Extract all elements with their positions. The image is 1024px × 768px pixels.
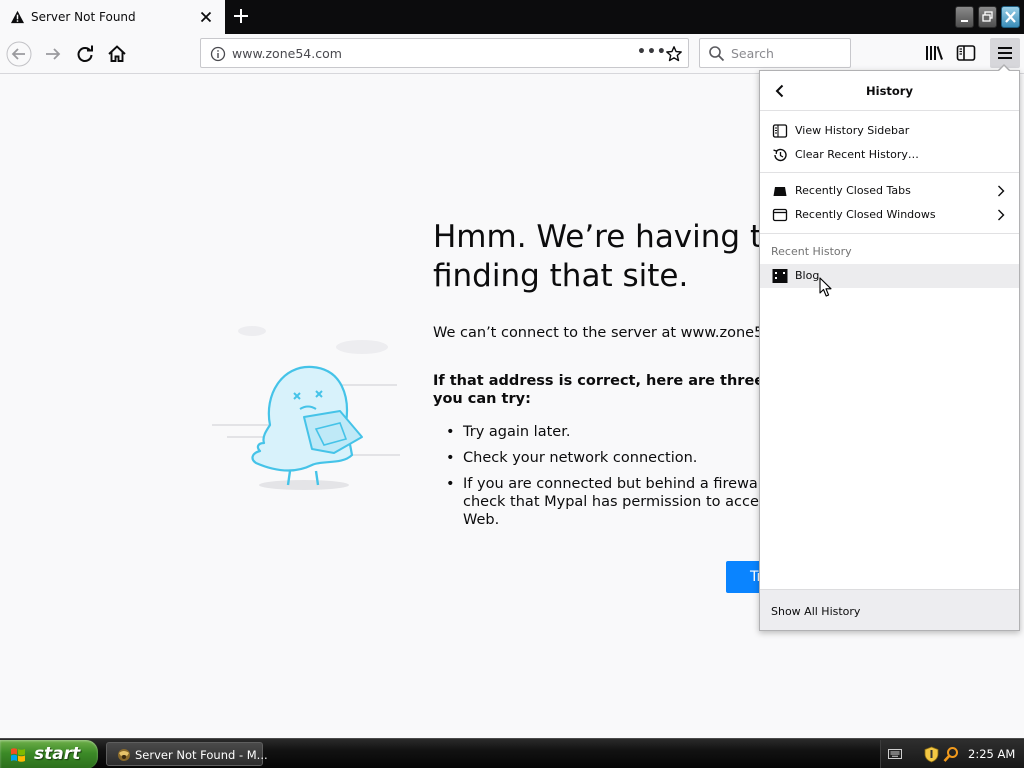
menu-item-label: Recently Closed Windows — [795, 208, 936, 221]
recently-closed-windows-item[interactable]: Recently Closed Windows — [760, 203, 1019, 227]
history-sidebar-icon — [772, 124, 788, 138]
minimize-button[interactable] — [955, 6, 974, 28]
forward-arrow-icon[interactable] — [40, 41, 66, 67]
taskbar-item-label: Server Not Found - M... — [135, 748, 268, 762]
browser-app-icon — [118, 749, 130, 761]
list-item: Try again later. — [433, 423, 813, 441]
footer-label: Show All History — [771, 605, 861, 618]
close-icon — [1005, 11, 1016, 23]
close-window-button[interactable] — [1001, 6, 1020, 28]
recent-history-label: Blog — [795, 269, 820, 282]
history-clock-icon — [773, 148, 787, 162]
recent-history-item[interactable]: Blog — [760, 264, 1019, 288]
site-info-icon[interactable] — [210, 46, 226, 62]
chevron-right-icon — [998, 209, 1005, 221]
sidebar-toggle-icon[interactable] — [954, 41, 978, 65]
url-text[interactable]: www.zone54.com — [232, 46, 342, 61]
windows-flag-icon — [11, 748, 25, 762]
tab-title: Server Not Found — [31, 10, 136, 24]
new-tab-icon[interactable] — [231, 6, 251, 26]
url-bar[interactable]: www.zone54.com ••• — [200, 38, 689, 68]
keyboard-icon[interactable] — [888, 748, 902, 760]
mouse-cursor-icon — [819, 277, 832, 297]
list-item: Check your network connection. — [433, 449, 813, 467]
panel-arrow-inner — [998, 66, 1010, 72]
search-bar[interactable]: Search — [699, 38, 851, 68]
history-panel-header: History — [760, 71, 1019, 111]
library-icon[interactable] — [922, 41, 946, 65]
separator — [760, 172, 1019, 173]
home-icon[interactable] — [104, 41, 130, 67]
security-shield-icon[interactable] — [924, 746, 939, 763]
error-suggestion-list: Try again later. Check your network conn… — [433, 423, 813, 537]
close-tab-icon[interactable] — [197, 8, 215, 26]
closed-windows-icon — [772, 208, 788, 222]
taskbar-item-browser[interactable]: Server Not Found - M... — [106, 742, 268, 766]
reload-icon[interactable] — [72, 41, 98, 67]
recently-closed-tabs-item[interactable]: Recently Closed Tabs — [760, 179, 1019, 203]
minimize-icon — [961, 20, 968, 22]
tab-server-not-found[interactable]: Server Not Found — [0, 0, 225, 34]
menu-item-label: View History Sidebar — [795, 124, 910, 137]
chevron-right-icon — [998, 185, 1005, 197]
search-icon — [709, 46, 725, 62]
restore-button[interactable] — [978, 6, 997, 28]
blog-favicon-icon — [772, 269, 788, 283]
view-history-sidebar-item[interactable]: View History Sidebar — [760, 119, 1019, 143]
closed-tabs-icon — [773, 187, 787, 196]
list-item: If you are connected but behind a firewa… — [433, 475, 813, 529]
restore-icon — [982, 11, 993, 22]
menu-item-label: Recently Closed Tabs — [795, 184, 911, 197]
page-actions-icon[interactable]: ••• — [637, 44, 667, 60]
back-arrow-icon[interactable] — [6, 41, 32, 67]
history-panel: History View History Sidebar Clear Recen… — [759, 70, 1020, 631]
search-placeholder: Search — [731, 46, 774, 61]
recent-history-heading: Recent History — [771, 245, 852, 258]
tab-strip: Server Not Found — [0, 0, 1024, 34]
navigation-toolbar: www.zone54.com ••• Search — [0, 34, 1024, 74]
start-label: start — [34, 744, 81, 764]
broken-connection-illustration-icon — [212, 326, 400, 490]
show-all-history-item[interactable]: Show All History — [760, 589, 1019, 630]
clock: 2:25 AM — [968, 747, 1016, 761]
start-button[interactable]: start — [0, 740, 98, 768]
bookmark-star-icon[interactable] — [665, 45, 683, 63]
separator — [760, 233, 1019, 234]
history-panel-title: History — [866, 84, 913, 98]
search-tray-icon[interactable] — [943, 746, 959, 763]
warning-icon — [10, 10, 25, 24]
error-description: We can’t connect to the server at www.zo… — [433, 325, 813, 341]
system-tray: 2:25 AM — [880, 740, 1024, 768]
taskbar: start Server Not Found - M... 2:25 AM — [0, 738, 1024, 768]
clear-recent-history-item[interactable]: Clear Recent History… — [760, 143, 1019, 167]
menu-item-label: Clear Recent History… — [795, 148, 919, 161]
